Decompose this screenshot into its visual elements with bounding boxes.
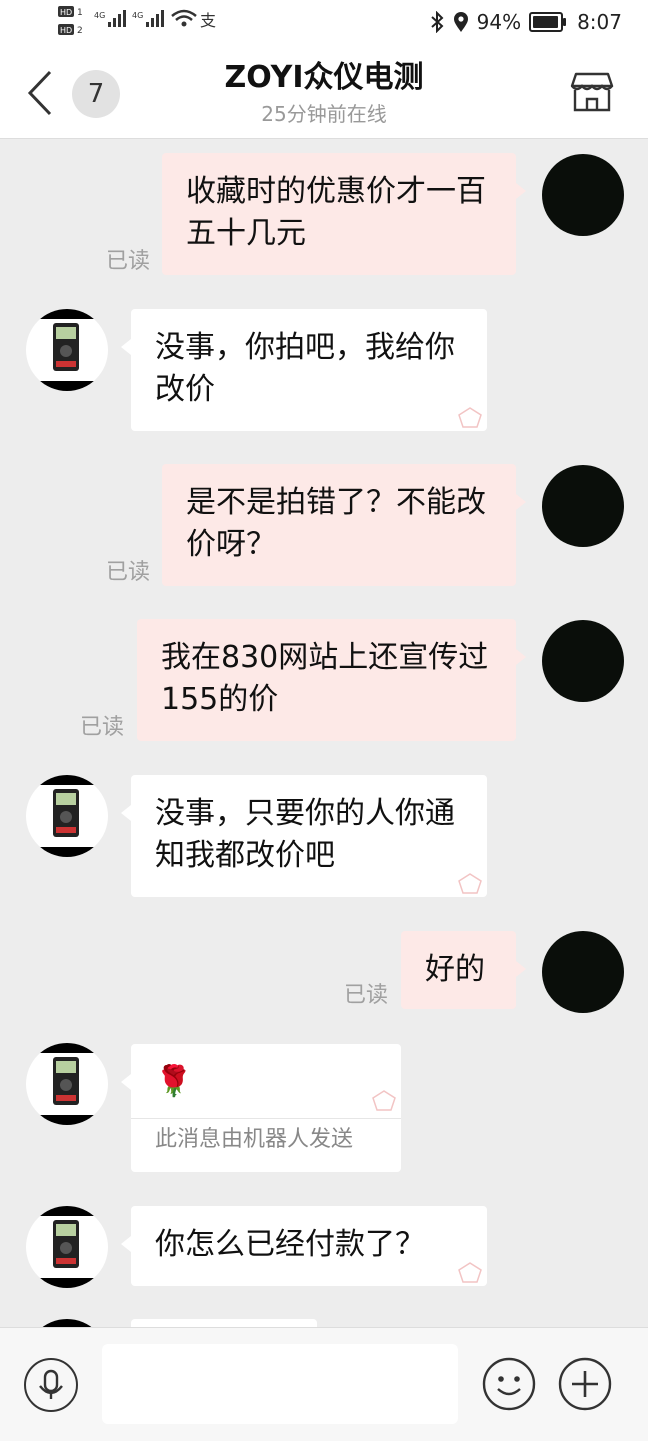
- multimeter-icon: [53, 1220, 79, 1268]
- svg-text:4G: 4G: [94, 11, 105, 20]
- multimeter-icon: [53, 323, 79, 371]
- clock: 8:07: [577, 10, 622, 34]
- plus-icon[interactable]: [558, 1357, 612, 1411]
- read-receipt: 已读: [344, 983, 389, 1008]
- battery-icon: [529, 12, 567, 32]
- shop-avatar[interactable]: [26, 1319, 108, 1327]
- rose-emoji: 🌹: [155, 1064, 193, 1099]
- bot-sent-note: 此消息由机器人发送: [131, 1118, 401, 1155]
- shop-message-bubble[interactable]: 没事，只要你的人你通知我都改价吧: [121, 775, 487, 897]
- svg-text:2: 2: [77, 26, 83, 36]
- message-text: 你怎么已经付款了？: [155, 1227, 425, 1262]
- bluetooth-icon: [430, 11, 444, 33]
- shop-message-bubble[interactable]: 没事，你拍吧，我给你改价: [121, 309, 487, 431]
- message-text: 好的: [425, 952, 485, 987]
- message-list[interactable]: 收藏时的优惠价才一百五十几元 已读 没事，你拍吧，我给你改价 是不是拍错了？不能…: [0, 139, 648, 1327]
- message-text: 收藏时的优惠价才一百五十几元: [186, 174, 486, 251]
- voice-button[interactable]: [24, 1358, 78, 1412]
- my-avatar[interactable]: [542, 931, 624, 1013]
- online-status: 25分钟前在线: [261, 102, 387, 126]
- status-bar: HD HD 1 2 4G 4G 支 94% 8:07: [0, 0, 648, 48]
- my-avatar[interactable]: [542, 465, 624, 547]
- shop-avatar[interactable]: [26, 775, 108, 857]
- store-icon[interactable]: [570, 70, 614, 114]
- smiley-icon[interactable]: [482, 1357, 536, 1411]
- multimeter-icon: [53, 789, 79, 837]
- svg-text:HD: HD: [60, 8, 72, 17]
- my-message-bubble[interactable]: 收藏时的优惠价才一百五十几元: [162, 153, 526, 275]
- shop-message-bubble[interactable]: 🌹 此消息由机器人发送: [121, 1044, 401, 1172]
- svg-text:支: 支: [200, 11, 216, 30]
- my-avatar[interactable]: [542, 154, 624, 236]
- message-input[interactable]: [102, 1344, 458, 1424]
- chat-header: 7 ZOYI众仪电测 25分钟前在线: [0, 48, 648, 139]
- shop-avatar[interactable]: [26, 309, 108, 391]
- read-receipt: 已读: [106, 560, 151, 585]
- message-text: 没事，只要你的人你通知我都改价吧: [155, 796, 455, 873]
- input-bar: [0, 1327, 648, 1441]
- microphone-icon: [39, 1369, 63, 1399]
- message-text: 没事，你拍吧，我给你改价: [155, 330, 455, 407]
- merchant-stamp-icon: [458, 873, 482, 894]
- multimeter-icon: [53, 1057, 79, 1105]
- my-message-bubble[interactable]: 好的: [401, 931, 526, 1009]
- shop-name: ZOYI众仪电测: [224, 60, 424, 95]
- read-receipt: 已读: [80, 715, 125, 740]
- message-text: 是不是拍错了？不能改价呀？: [186, 485, 486, 562]
- merchant-stamp-icon: [372, 1090, 396, 1111]
- signal-icons: HD HD 1 2 4G 4G 支: [58, 6, 216, 36]
- merchant-stamp-icon: [458, 1262, 482, 1283]
- shop-avatar[interactable]: [26, 1043, 108, 1125]
- svg-text:1: 1: [77, 8, 83, 18]
- my-avatar[interactable]: [542, 620, 624, 702]
- merchant-stamp-icon: [458, 407, 482, 428]
- shop-message-bubble[interactable]: [131, 1319, 317, 1327]
- svg-text:4G: 4G: [132, 11, 143, 20]
- my-message-bubble[interactable]: 我在830网站上还宣传过155的价: [137, 619, 526, 741]
- network-indicators: HD HD 1 2 4G 4G 支: [58, 4, 228, 43]
- shop-message-bubble[interactable]: 你怎么已经付款了？: [121, 1206, 487, 1286]
- status-right: 94% 8:07: [429, 10, 622, 34]
- battery-percent: 94%: [476, 10, 522, 34]
- my-message-bubble[interactable]: 是不是拍错了？不能改价呀？: [162, 464, 526, 586]
- read-receipt: 已读: [106, 249, 151, 274]
- shop-avatar[interactable]: [26, 1206, 108, 1288]
- message-text: 我在830网站上还宣传过155的价: [161, 640, 489, 717]
- svg-text:HD: HD: [60, 26, 72, 35]
- location-icon: [453, 12, 468, 32]
